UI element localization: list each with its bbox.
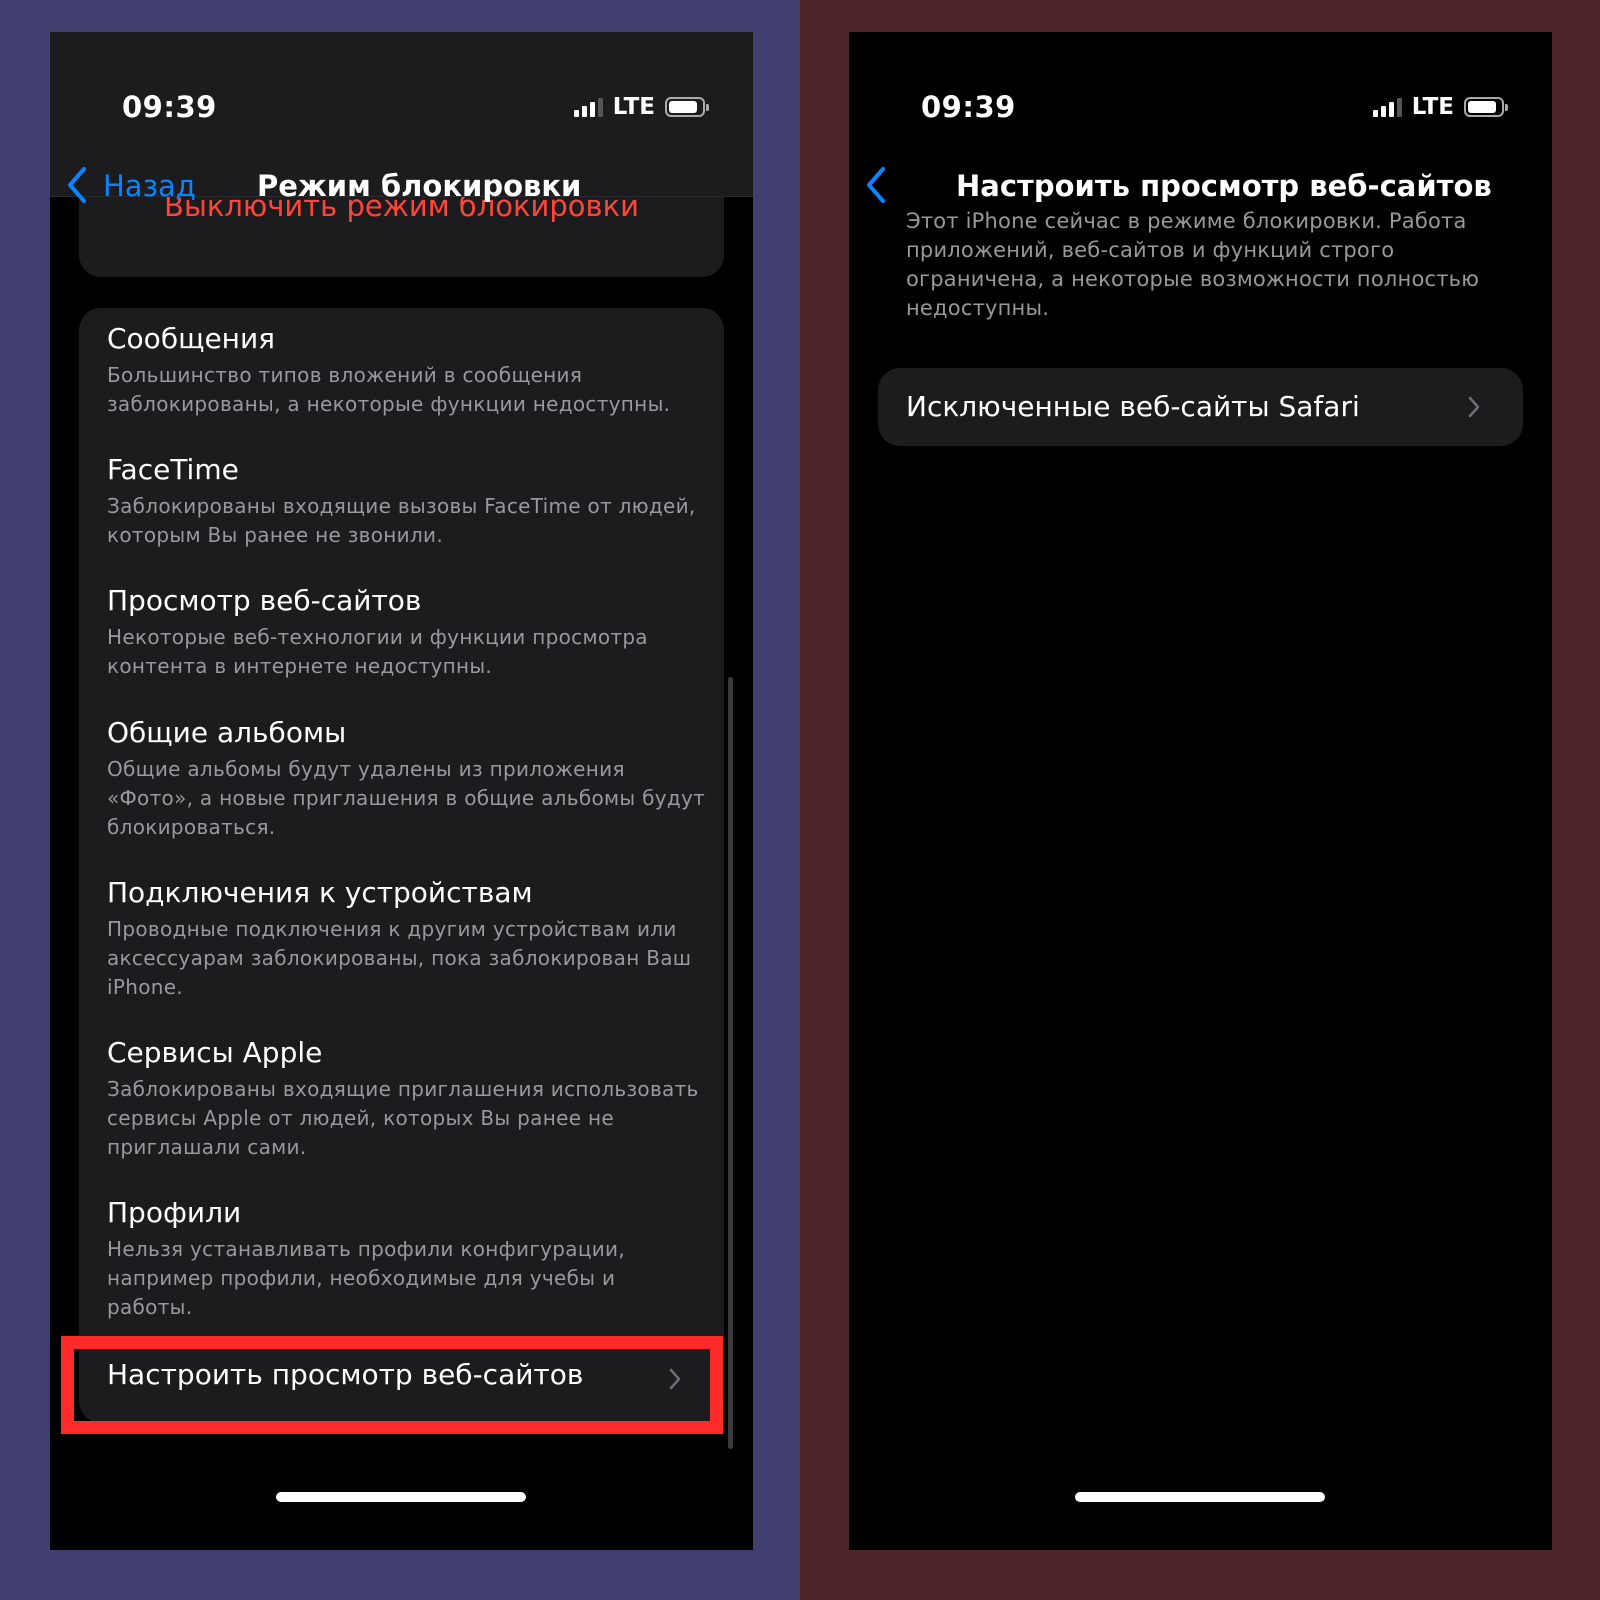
battery-icon (665, 97, 709, 117)
page-title: Режим блокировки (257, 169, 582, 203)
list-item: Просмотр веб-сайтов Некоторые веб-технол… (107, 584, 707, 681)
network-type: LTE (612, 94, 655, 120)
battery-icon (1464, 97, 1508, 117)
item-description: Большинство типов вложений в сообщения з… (107, 363, 671, 416)
item-description: Некоторые веб-технологии и функции просм… (107, 625, 648, 678)
status-time: 09:39 (921, 90, 1016, 124)
highlight-frame (61, 1336, 723, 1434)
list-item: Подключения к устройствам Проводные подк… (107, 876, 707, 1002)
scrollbar[interactable] (728, 677, 733, 1449)
excluded-sites-label: Исключенные веб-сайты Safari (906, 390, 1360, 423)
excluded-sites-row[interactable]: Исключенные веб-сайты Safari (878, 368, 1523, 446)
item-title: FaceTime (107, 453, 239, 486)
item-description: Заблокированы входящие приглашения испол… (107, 1077, 699, 1159)
list-item: Общие альбомы Общие альбомы будут удален… (107, 716, 707, 842)
item-title: Профили (107, 1196, 242, 1229)
home-indicator[interactable] (276, 1492, 526, 1502)
lockdown-mode-screen: Выключить режим блокировки 09:39 LTE Наз… (50, 32, 753, 1550)
list-item: FaceTime Заблокированы входящие вызовы F… (107, 453, 707, 550)
status-indicators: LTE (573, 94, 709, 120)
item-description: Проводные подключения к другим устройств… (107, 917, 692, 999)
item-title: Общие альбомы (107, 716, 347, 749)
list-item: Сообщения Большинство типов вложений в с… (107, 322, 707, 419)
navigation-bar: 09:39 LTE Назад Режим блокировки (50, 32, 753, 203)
signal-icon (573, 97, 603, 117)
item-title: Подключения к устройствам (107, 876, 533, 909)
item-description: Заблокированы входящие вызовы FaceTime о… (107, 494, 696, 547)
lockdown-info-text: Этот iPhone сейчас в режиме блокировки. … (906, 209, 1480, 320)
configure-browsing-screen: 09:39 LTE Настроить просмотр веб-сайтов … (849, 32, 1552, 1550)
chevron-right-icon (1468, 396, 1480, 418)
item-title: Сообщения (107, 322, 276, 355)
page-title: Настроить просмотр веб-сайтов (956, 169, 1492, 203)
signal-icon (1372, 97, 1402, 117)
item-description: Общие альбомы будут удалены из приложени… (107, 757, 706, 839)
item-title: Просмотр веб-сайтов (107, 584, 422, 617)
restrictions-list: Сообщения Большинство типов вложений в с… (79, 308, 724, 1423)
item-title: Сервисы Apple (107, 1036, 323, 1069)
status-indicators: LTE (1372, 94, 1508, 120)
list-item: Профили Нельзя устанавливать профили кон… (107, 1196, 707, 1322)
network-type: LTE (1411, 94, 1454, 120)
back-button[interactable]: Назад (103, 169, 196, 203)
home-indicator[interactable] (1075, 1492, 1325, 1502)
item-description: Нельзя устанавливать профили конфигураци… (107, 1237, 626, 1319)
status-time: 09:39 (122, 90, 217, 124)
back-chevron-icon[interactable] (865, 166, 887, 204)
back-chevron-icon[interactable] (66, 166, 88, 204)
list-item: Сервисы Apple Заблокированы входящие при… (107, 1036, 707, 1162)
